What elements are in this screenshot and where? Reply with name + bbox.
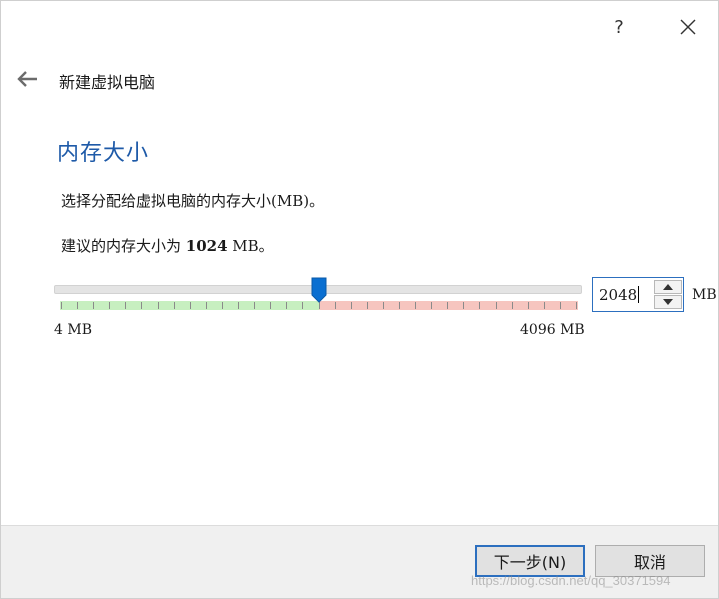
help-button[interactable]: ? (599, 11, 639, 43)
close-button[interactable] (668, 11, 708, 43)
memory-value: 2048 (599, 286, 638, 304)
help-icon: ? (614, 16, 624, 38)
recommend-prefix: 建议的内存大小为 (61, 237, 186, 255)
memory-slider-thumb[interactable] (311, 277, 327, 303)
text-caret (638, 286, 640, 303)
spin-down-button[interactable] (654, 295, 682, 309)
wizard-window: ? 新建虚拟电脑 内存大小 选择分配给虚拟电脑的内存大小(MB)。 建议的内存大… (0, 0, 719, 599)
watermark: https://blog.csdn.net/qq_30371594 (471, 573, 671, 588)
slider-max-label: 4096 MB (520, 322, 585, 338)
slider-min-label: 4 MB (54, 322, 92, 338)
back-button[interactable] (13, 67, 41, 91)
wizard-title: 新建虚拟电脑 (59, 73, 156, 92)
chevron-down-icon (663, 299, 673, 305)
close-icon (680, 19, 696, 35)
memory-input[interactable]: 2048 (599, 286, 640, 304)
recommend-value: 1024 (185, 237, 228, 255)
page-title: 内存大小 (57, 141, 150, 166)
memory-unit-label: MB (692, 287, 717, 303)
recommended-memory-text: 建议的内存大小为 1024 MB。 (61, 235, 274, 256)
memory-description: 选择分配给虚拟电脑的内存大小(MB)。 (61, 192, 325, 210)
arrow-left-icon (17, 71, 37, 87)
chevron-up-icon (663, 284, 673, 290)
memory-spinbox[interactable]: 2048 (592, 277, 684, 312)
recommend-suffix: MB。 (227, 237, 274, 255)
spin-up-button[interactable] (654, 280, 682, 294)
